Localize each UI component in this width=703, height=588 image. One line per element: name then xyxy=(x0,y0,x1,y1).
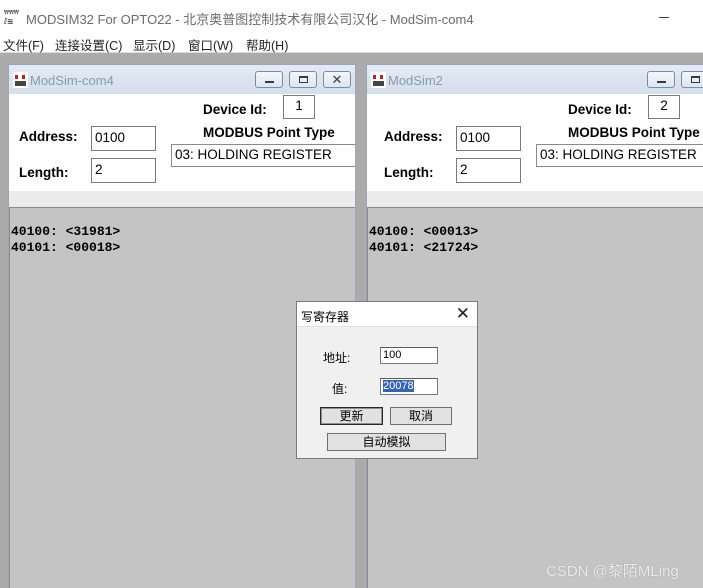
dialog-address-input[interactable]: 100 xyxy=(380,347,438,364)
modsim-window-icon xyxy=(13,72,28,88)
child-minimize-button[interactable] xyxy=(255,71,283,88)
address-label: Address: xyxy=(19,129,78,144)
length-field[interactable]: 2 xyxy=(91,158,156,183)
minimize-icon xyxy=(265,81,274,83)
maximize-icon xyxy=(299,76,308,83)
separator-strip xyxy=(9,191,355,207)
child-caption[interactable]: ModSim2 xyxy=(367,65,703,94)
menu-window[interactable]: 窗口(W) xyxy=(188,35,233,54)
address-label: Address: xyxy=(384,129,443,144)
menu-bar: 文件(F) 连接设置(C) 显示(D) 窗口(W) 帮助(H) xyxy=(0,32,703,53)
child-title: ModSim-com4 xyxy=(30,73,114,88)
point-type-select[interactable]: 03: HOLDING REGISTER xyxy=(536,144,703,167)
dialog-caption[interactable]: 写寄存器 ✕ xyxy=(297,302,477,327)
child-maximize-button[interactable] xyxy=(289,71,317,88)
address-field[interactable]: 0100 xyxy=(91,126,156,151)
minimize-icon xyxy=(657,81,666,83)
watermark: CSDN @黎陌MLing xyxy=(546,563,679,580)
main-title-bar: ₩₩₩ ⅈ≋ MODSIM32 For OPTO22 - 北京奥普图控制技术有限… xyxy=(0,0,703,32)
dialog-value-selected-text: 20078 xyxy=(383,380,414,392)
dialog-address-label: 地址: xyxy=(323,351,351,365)
update-button[interactable]: 更新 xyxy=(320,407,383,425)
child-title: ModSim2 xyxy=(388,73,443,88)
device-id-label: Device Id: xyxy=(203,102,267,117)
svg-text:ⅈ≋: ⅈ≋ xyxy=(4,17,13,26)
register-row[interactable]: 40100: <31981> xyxy=(11,224,120,239)
point-type-select[interactable]: 03: HOLDING REGISTER xyxy=(171,144,355,167)
menu-file[interactable]: 文件(F) xyxy=(3,35,44,54)
separator-strip xyxy=(367,191,703,207)
menu-connection[interactable]: 连接设置(C) xyxy=(55,35,122,54)
child-caption[interactable]: ModSim-com4 ✕ xyxy=(9,65,355,94)
device-id-label: Device Id: xyxy=(568,102,632,117)
point-type-label: MODBUS Point Type xyxy=(568,125,700,140)
modsim-app-icon: ₩₩₩ ⅈ≋ xyxy=(3,8,19,26)
app-title: MODSIM32 For OPTO22 - 北京奥普图控制技术有限公司汉化 - … xyxy=(26,12,474,27)
dialog-close-icon[interactable]: ✕ xyxy=(456,303,470,325)
point-type-label: MODBUS Point Type xyxy=(203,125,335,140)
svg-text:₩₩₩: ₩₩₩ xyxy=(4,10,19,16)
register-row[interactable]: 40101: <21724> xyxy=(369,240,478,255)
child-maximize-button[interactable] xyxy=(681,71,703,88)
device-id-field[interactable]: 2 xyxy=(648,95,680,119)
length-label: Length: xyxy=(384,165,434,180)
child-close-button[interactable]: ✕ xyxy=(323,71,351,88)
dialog-value-input[interactable]: 20078 xyxy=(380,378,438,395)
modsim-window-icon xyxy=(371,72,386,88)
dialog-title: 写寄存器 xyxy=(301,310,350,324)
cancel-button[interactable]: 取消 xyxy=(390,407,452,425)
menu-display[interactable]: 显示(D) xyxy=(133,35,175,54)
address-field[interactable]: 0100 xyxy=(456,126,521,151)
register-row[interactable]: 40101: <00018> xyxy=(11,240,120,255)
dialog-value-label: 值: xyxy=(332,382,348,396)
app-minimize-button[interactable] xyxy=(652,6,676,26)
maximize-icon xyxy=(691,76,700,83)
length-field[interactable]: 2 xyxy=(456,158,521,183)
close-icon: ✕ xyxy=(331,72,343,87)
auto-simulate-button[interactable]: 自动模拟 xyxy=(327,433,446,451)
length-label: Length: xyxy=(19,165,69,180)
device-id-field[interactable]: 1 xyxy=(283,95,315,119)
child-minimize-button[interactable] xyxy=(647,71,675,88)
menu-help[interactable]: 帮助(H) xyxy=(246,35,288,54)
register-row[interactable]: 40100: <00013> xyxy=(369,224,478,239)
